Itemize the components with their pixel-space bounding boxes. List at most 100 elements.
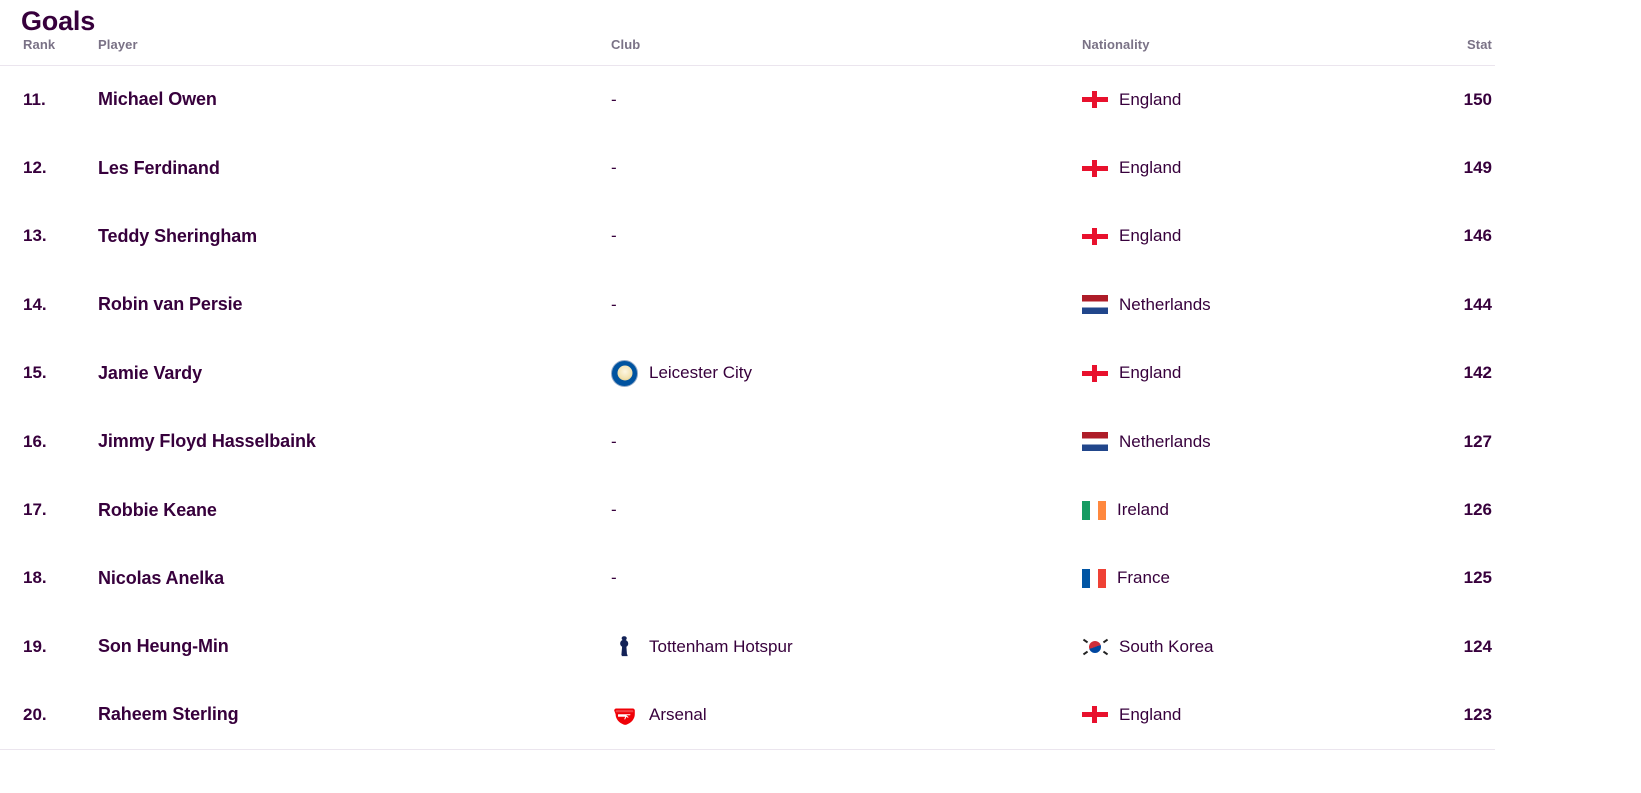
cell-player-name[interactable]: Robbie Keane (98, 476, 611, 544)
table-row[interactable]: 20. Raheem Sterling Arsenal England 123 (0, 681, 1495, 750)
ireland-flag-icon (1082, 500, 1106, 520)
cell-stat-value: 123 (1463, 704, 1492, 724)
table-body: 11. Michael Owen - England 150 12. Les Ferdina… (0, 66, 1495, 750)
table-row[interactable]: 11. Michael Owen - England 150 (0, 66, 1495, 134)
cell-nationality: England (1082, 681, 1392, 749)
cell-nationality: Ireland (1082, 476, 1392, 544)
club-name-label: Leicester City (649, 363, 752, 383)
club-empty-dash: - (611, 294, 617, 314)
nationality-label: South Korea (1119, 636, 1214, 656)
nationality-label: Ireland (1117, 500, 1169, 520)
cell-nationality: Netherlands (1082, 271, 1392, 339)
goals-stats-panel: Goals Rank Player Club Nationality Stat … (0, 0, 1641, 750)
nationality-entry: England (1082, 363, 1392, 383)
france-flag-icon (1082, 568, 1106, 588)
table-header: Rank Player Club Nationality Stat (0, 37, 1495, 66)
club-empty-dash: - (611, 158, 617, 178)
south-korea-flag-icon (1082, 637, 1108, 657)
nationality-entry: Ireland (1082, 500, 1392, 520)
table-row[interactable]: 14. Robin van Persie - Netherlands 144 (0, 271, 1495, 339)
cell-nationality: Netherlands (1082, 407, 1392, 475)
nationality-label: England (1119, 226, 1182, 246)
cell-player-name[interactable]: Les Ferdinand (98, 134, 611, 202)
cell-player-name[interactable]: Robin van Persie (98, 271, 611, 339)
column-header-nationality: Nationality (1082, 37, 1150, 52)
cell-club: Tottenham Hotspur (611, 613, 1082, 681)
table-row[interactable]: 17. Robbie Keane - Ireland 126 (0, 476, 1495, 544)
cell-player-name[interactable]: Teddy Sheringham (98, 202, 611, 270)
england-flag-icon (1082, 159, 1108, 178)
club-entry[interactable]: Leicester City (611, 359, 1082, 387)
nationality-label: England (1119, 704, 1182, 724)
cell-nationality: France (1082, 544, 1392, 612)
nationality-entry: England (1082, 90, 1392, 110)
table-row[interactable]: 16. Jimmy Floyd Hasselbaink - Netherlands 12… (0, 407, 1495, 475)
column-header-club: Club (611, 37, 641, 52)
nationality-label: France (1117, 568, 1170, 588)
cell-nationality: England (1082, 339, 1392, 407)
cell-rank: 18. (23, 568, 47, 588)
england-flag-icon (1082, 705, 1108, 724)
nationality-label: England (1119, 363, 1182, 383)
cell-club: - (611, 544, 1082, 612)
cell-player-name[interactable]: Jamie Vardy (98, 339, 611, 407)
table-row[interactable]: 15. Jamie Vardy Leicester City England 142 (0, 339, 1495, 407)
cell-player-name[interactable]: Michael Owen (98, 66, 611, 134)
table-row[interactable]: 19. Son Heung-Min Tottenham Hotspur South K… (0, 613, 1495, 681)
cell-stat-value: 127 (1463, 431, 1492, 451)
table-header-row: Rank Player Club Nationality Stat (0, 37, 1495, 66)
cell-rank: 12. (23, 158, 47, 178)
cell-club: - (611, 202, 1082, 270)
cell-stat-value: 126 (1463, 500, 1492, 520)
cell-club: Leicester City (611, 339, 1082, 407)
leicester-city-badge-icon (611, 359, 638, 387)
nationality-entry: England (1082, 158, 1392, 178)
arsenal-badge-icon (611, 701, 638, 728)
club-name-label: Arsenal (649, 704, 707, 724)
nationality-label: England (1119, 89, 1182, 109)
club-empty-dash: - (611, 568, 617, 588)
club-empty-dash: - (611, 500, 617, 520)
cell-stat-value: 144 (1463, 294, 1492, 314)
cell-player-name[interactable]: Son Heung-Min (98, 613, 611, 681)
england-flag-icon (1082, 364, 1108, 383)
cell-rank: 19. (23, 636, 47, 656)
cell-nationality: South Korea (1082, 613, 1392, 681)
cell-rank: 13. (23, 226, 47, 246)
netherlands-flag-icon (1082, 295, 1108, 315)
cell-rank: 20. (23, 704, 47, 724)
column-header-rank: Rank (23, 37, 56, 52)
column-header-stat: Stat (1467, 37, 1492, 52)
page-title: Goals (21, 6, 96, 36)
tottenham-hotspur-badge-icon (611, 633, 638, 660)
column-header-player: Player (98, 37, 138, 52)
cell-player-name[interactable]: Nicolas Anelka (98, 544, 611, 612)
table-row[interactable]: 12. Les Ferdinand - England 149 (0, 134, 1495, 202)
nationality-entry: England (1082, 705, 1392, 725)
club-empty-dash: - (611, 431, 617, 451)
cell-rank: 15. (23, 363, 47, 383)
cell-rank: 14. (23, 294, 47, 314)
cell-club: - (611, 271, 1082, 339)
cell-club: - (611, 66, 1082, 134)
cell-stat-value: 125 (1463, 568, 1492, 588)
cell-stat-value: 124 (1463, 636, 1492, 656)
club-entry[interactable]: Tottenham Hotspur (611, 633, 1082, 660)
club-empty-dash: - (611, 89, 617, 109)
cell-stat-value: 149 (1463, 158, 1492, 178)
netherlands-flag-icon (1082, 432, 1108, 452)
club-name-label: Tottenham Hotspur (649, 636, 793, 656)
england-flag-icon (1082, 90, 1108, 109)
nationality-entry: France (1082, 568, 1392, 588)
club-entry[interactable]: Arsenal (611, 701, 1082, 728)
table-row[interactable]: 18. Nicolas Anelka - France 125 (0, 544, 1495, 612)
cell-club: - (611, 476, 1082, 544)
cell-player-name[interactable]: Raheem Sterling (98, 681, 611, 749)
nationality-entry: England (1082, 226, 1392, 246)
cell-nationality: England (1082, 66, 1392, 134)
england-flag-icon (1082, 227, 1108, 246)
table-row[interactable]: 13. Teddy Sheringham - England 146 (0, 202, 1495, 270)
cell-player-name[interactable]: Jimmy Floyd Hasselbaink (98, 407, 611, 475)
cell-stat-value: 150 (1463, 89, 1492, 109)
cell-rank: 17. (23, 500, 47, 520)
